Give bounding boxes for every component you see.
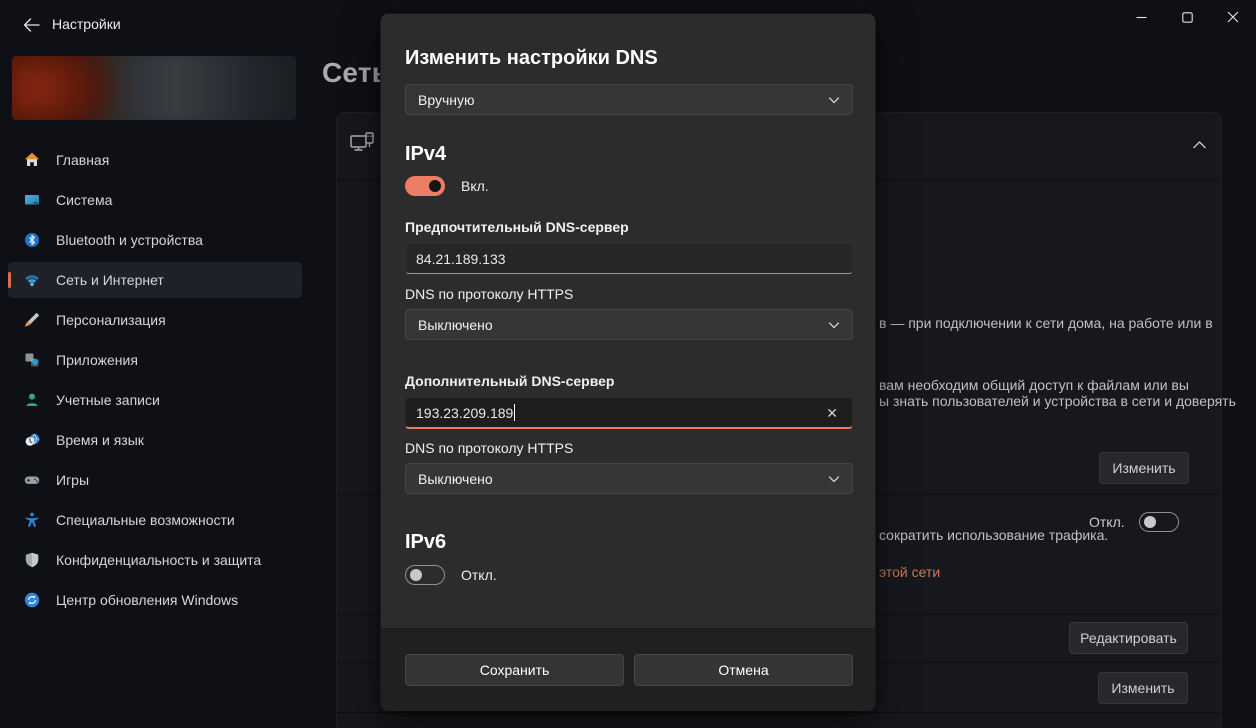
accounts-icon xyxy=(24,392,40,408)
sidebar-item-accounts[interactable]: Учетные записи xyxy=(8,382,302,418)
doh-label-2: DNS по протоколу HTTPS xyxy=(405,440,573,456)
ipv4-heading: IPv4 xyxy=(405,143,446,166)
alternate-dns-input[interactable]: 193.23.209.189 ✕ xyxy=(405,397,853,429)
sidebar-item-label: Учетные записи xyxy=(56,392,160,408)
chevron-down-icon xyxy=(828,321,840,329)
privacy-icon xyxy=(24,552,40,568)
ethernet-icon xyxy=(349,131,377,161)
ipv6-heading: IPv6 xyxy=(405,531,446,554)
cancel-button[interactable]: Отмена xyxy=(634,654,853,686)
preferred-dns-input[interactable]: 84.21.189.133 xyxy=(405,243,853,274)
sidebar-item-bluetooth[interactable]: Bluetooth и устройства xyxy=(8,222,302,258)
ipv4-toggle-row: Вкл. xyxy=(405,176,489,196)
doh-dropdown-1[interactable]: Выключено xyxy=(405,309,853,340)
sidebar-item-label: Центр обновления Windows xyxy=(56,592,238,608)
minimize-button[interactable] xyxy=(1118,0,1164,34)
text-caret xyxy=(514,404,515,421)
network-share-text-1: вам необходим общий доступ к файлам или … xyxy=(879,377,1189,393)
alternate-dns-value: 193.23.209.189 xyxy=(416,405,513,421)
system-icon xyxy=(24,192,40,208)
ipv4-toggle[interactable] xyxy=(405,176,445,196)
avatar xyxy=(12,56,296,120)
sidebar-item-gaming[interactable]: Игры xyxy=(8,462,302,498)
network-settings-link[interactable]: этой сети xyxy=(879,564,940,580)
dns-settings-dialog: Изменить настройки DNS Вручную IPv4 Вкл.… xyxy=(380,13,876,711)
network-share-text-2: ы знать пользователей и устройства в сет… xyxy=(879,393,1236,409)
network-icon xyxy=(24,272,40,288)
chevron-down-icon xyxy=(828,475,840,483)
back-arrow-icon xyxy=(23,18,40,32)
data-saver-toggle[interactable] xyxy=(1139,512,1179,532)
sidebar-item-label: Сеть и Интернет xyxy=(56,272,164,288)
save-button[interactable]: Сохранить xyxy=(405,654,624,686)
ipv6-toggle-state: Откл. xyxy=(461,567,497,583)
clear-input-icon[interactable]: ✕ xyxy=(822,404,842,422)
settings-window: Настройки Главная xyxy=(0,0,1256,728)
alternate-dns-label: Дополнительный DNS-сервер xyxy=(405,373,614,389)
doh-value-1: Выключено xyxy=(418,317,493,333)
accessibility-icon xyxy=(24,512,40,528)
ipv6-toggle[interactable] xyxy=(405,565,445,585)
sidebar-item-label: Персонализация xyxy=(56,312,166,328)
apps-icon xyxy=(24,352,40,368)
sidebar-item-home[interactable]: Главная xyxy=(8,142,302,178)
sidebar-item-label: Приложения xyxy=(56,352,138,368)
sidebar-item-label: Система xyxy=(56,192,112,208)
minimize-icon xyxy=(1136,12,1147,23)
preferred-dns-label: Предпочтительный DNS-сервер xyxy=(405,219,629,235)
gaming-icon xyxy=(24,472,40,488)
sidebar-item-apps[interactable]: Приложения xyxy=(8,342,302,378)
sidebar-item-label: Время и язык xyxy=(56,432,144,448)
ipv4-toggle-state: Вкл. xyxy=(461,178,489,194)
dns-mode-value: Вручную xyxy=(418,92,475,108)
edit-button-1[interactable]: Изменить xyxy=(1099,452,1189,484)
sidebar-item-network[interactable]: Сеть и Интернет xyxy=(8,262,302,298)
edit-button-2[interactable]: Редактировать xyxy=(1069,622,1188,654)
edit-button-3[interactable]: Изменить xyxy=(1098,672,1188,704)
app-title: Настройки xyxy=(52,16,121,32)
sidebar-item-label: Специальные возможности xyxy=(56,512,235,528)
sidebar-item-privacy[interactable]: Конфиденциальность и защита xyxy=(8,542,302,578)
data-saver-text: сократить использование трафика. xyxy=(879,527,1108,543)
sidebar-item-label: Главная xyxy=(56,152,109,168)
sidebar-item-label: Игры xyxy=(56,472,89,488)
sidebar-item-accessibility[interactable]: Специальные возможности xyxy=(8,502,302,538)
personalization-icon xyxy=(24,312,40,328)
doh-label-1: DNS по протоколу HTTPS xyxy=(405,286,573,302)
sidebar-item-personalization[interactable]: Персонализация xyxy=(8,302,302,338)
time-language-icon xyxy=(24,432,40,448)
dialog-footer: Сохранить Отмена xyxy=(381,628,875,711)
ipv6-toggle-row: Откл. xyxy=(405,565,497,585)
dialog-title: Изменить настройки DNS xyxy=(405,47,658,70)
chevron-up-icon[interactable] xyxy=(1192,139,1207,151)
window-controls xyxy=(1118,0,1256,34)
sidebar-item-label: Конфиденциальность и защита xyxy=(56,552,261,568)
close-button[interactable] xyxy=(1210,0,1256,34)
sidebar-item-windows-update[interactable]: Центр обновления Windows xyxy=(8,582,302,618)
maximize-icon xyxy=(1182,12,1193,23)
chevron-down-icon xyxy=(828,96,840,104)
sidebar-nav: Главная Система Bluetooth и устройства С… xyxy=(8,142,302,622)
preferred-dns-value: 84.21.189.133 xyxy=(416,251,506,267)
sidebar: Главная Система Bluetooth и устройства С… xyxy=(0,48,310,728)
doh-value-2: Выключено xyxy=(418,471,493,487)
dns-mode-dropdown[interactable]: Вручную xyxy=(405,84,853,115)
sidebar-item-time-language[interactable]: Время и язык xyxy=(8,422,302,458)
back-button[interactable] xyxy=(14,12,48,38)
network-profile-text: в — при подключении к сети дома, на рабо… xyxy=(879,315,1213,331)
doh-dropdown-2[interactable]: Выключено xyxy=(405,463,853,494)
divider xyxy=(337,712,1221,713)
close-icon xyxy=(1227,11,1239,23)
sidebar-item-system[interactable]: Система xyxy=(8,182,302,218)
user-profile-blurred[interactable] xyxy=(12,56,296,120)
home-icon xyxy=(24,152,40,168)
maximize-button[interactable] xyxy=(1164,0,1210,34)
windows-update-icon xyxy=(24,592,40,608)
sidebar-item-label: Bluetooth и устройства xyxy=(56,232,203,248)
bluetooth-icon xyxy=(24,232,40,248)
